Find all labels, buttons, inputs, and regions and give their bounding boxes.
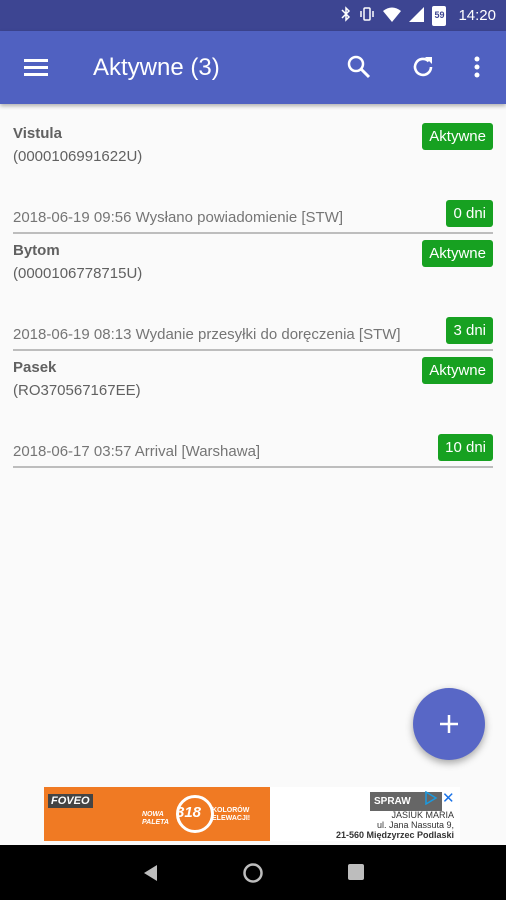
add-button[interactable] (413, 688, 485, 760)
ad-line1: NOWA (142, 811, 164, 818)
back-icon[interactable] (141, 863, 159, 888)
ad-advertiser: JASIUK MARIA (391, 810, 454, 820)
shipment-item[interactable]: Bytom (0000106778715U) Aktywne 2018-06-1… (0, 221, 506, 351)
shipment-list: Vistula (0000106991622U) Aktywne 2018-06… (0, 104, 506, 468)
status-icons: 59 14:20 (341, 0, 496, 31)
ad-banner[interactable]: FOVEO NOWA PALETA 318 KOLORÓW ELEWACJI! SP… (44, 787, 460, 841)
plus-icon (440, 715, 458, 733)
last-event: 2018-06-17 03:57 Arrival [Warshawa] (13, 443, 261, 460)
status-badge: Aktywne (422, 240, 493, 267)
ad-colors1: KOLORÓW (212, 807, 250, 814)
page-title: Aktywne (3) (93, 54, 220, 81)
ad-close-icon[interactable]: ✕ (442, 789, 455, 807)
ad-line2: PALETA (142, 819, 169, 826)
ad-number: 318 (176, 804, 202, 821)
ad-new-palette: NOWA PALETA (142, 811, 169, 827)
ad-street: ul. Jana Nassuta 9, (376, 820, 454, 830)
app-bar: Aktywne (3) (0, 31, 506, 104)
home-icon[interactable] (243, 863, 263, 888)
shipment-name: Pasek (13, 359, 57, 376)
tracking-number: (0000106778715U) (13, 265, 143, 282)
tracking-number: (RO370567167EE) (13, 382, 141, 399)
shipment-item[interactable]: Vistula (0000106991622U) Aktywne 2018-06… (0, 104, 506, 234)
status-badge: Aktywne (422, 123, 493, 150)
search-icon[interactable] (341, 49, 377, 85)
status-badge: Aktywne (422, 357, 493, 384)
signal-icon (409, 6, 425, 25)
more-vert-icon[interactable] (459, 49, 495, 85)
ad-address: JASIUK MARIA ul. Jana Nassuta 9, 21-560 … (336, 810, 454, 840)
tracking-number: (0000106991622U) (13, 148, 143, 165)
shipment-name: Bytom (13, 242, 60, 259)
days-badge: 10 dni (438, 434, 493, 461)
ad-colors2: ELEWACJI! (212, 815, 251, 822)
vibrate-icon (359, 6, 375, 25)
ad-brand: FOVEO (48, 794, 93, 808)
refresh-icon[interactable] (405, 49, 441, 85)
shipment-name: Vistula (13, 125, 62, 142)
divider (13, 466, 493, 468)
ad-colors-text: KOLORÓW ELEWACJI! (212, 807, 250, 823)
ad-image: FOVEO NOWA PALETA 318 KOLORÓW ELEWACJI! (44, 787, 270, 841)
nav-bar (0, 845, 506, 900)
wifi-icon (383, 7, 402, 25)
battery-icon: 59 (432, 5, 447, 26)
battery-level: 59 (434, 9, 445, 20)
shipment-item[interactable]: Pasek (RO370567167EE) Aktywne 2018-06-17… (0, 338, 506, 468)
clock: 14:20 (458, 7, 496, 24)
menu-icon[interactable] (22, 53, 50, 81)
ad-city: 21-560 Międzyrzec Podlaski (335, 830, 454, 840)
adchoices-icon[interactable] (424, 790, 438, 810)
recents-icon[interactable] (347, 863, 365, 886)
bluetooth-icon (341, 6, 351, 25)
status-bar: 59 14:20 (0, 0, 506, 31)
